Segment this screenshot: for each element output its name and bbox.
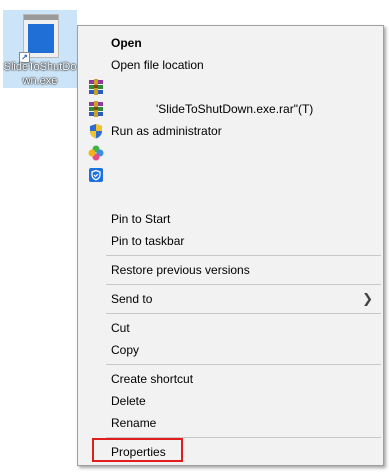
menu-item-send-to[interactable]: Send to ❯ — [78, 288, 383, 310]
menu-item-app-extension-1[interactable] — [78, 142, 383, 164]
menu-item-create-shortcut-label: Create shortcut — [111, 372, 194, 386]
menu-item-open-label: Open — [111, 36, 142, 50]
winrar-icon — [89, 79, 103, 95]
menu-item-winrar-add[interactable]: 'SlideToShutDown.exe.rar"(T) — [78, 98, 383, 120]
menu-item-run-as-admin-label: Run as administrator — [111, 124, 222, 138]
menu-item-copy-label: Copy — [111, 343, 140, 357]
menu-item-pin-to-taskbar[interactable]: Pin to taskbar — [78, 230, 383, 252]
clover-app-icon — [88, 145, 104, 161]
menu-item-open[interactable]: Open — [78, 32, 383, 54]
menu-item-pin-to-start[interactable]: Pin to Start — [78, 208, 383, 230]
uac-shield-icon — [90, 124, 102, 139]
menu-item-pin-to-start-label: Pin to Start — [111, 212, 171, 226]
menu-item-open-file-location[interactable]: Open file location — [78, 54, 383, 76]
properties-highlight-box — [92, 438, 183, 462]
menu-item-copy[interactable]: Copy — [78, 339, 383, 361]
menu-item-app-extension-2[interactable] — [78, 164, 383, 186]
desktop-file-icon[interactable]: ↗ SlideToShutDown.exe — [3, 10, 77, 88]
desktop-icon-label: SlideToShutDown.exe — [3, 61, 77, 87]
winrar-icon — [89, 101, 103, 117]
menu-item-run-as-admin[interactable]: Run as administrator — [78, 120, 383, 142]
menu-item-restore-previous-versions-label: Restore previous versions — [111, 263, 250, 277]
menu-item-rename-label: Rename — [111, 416, 157, 430]
menu-item-create-shortcut[interactable]: Create shortcut — [78, 368, 383, 390]
context-menu: Open Open file location 'SlideToShutDown… — [77, 25, 384, 466]
menu-separator — [106, 255, 381, 256]
menu-item-delete-label: Delete — [111, 394, 146, 408]
menu-item-winrar-extract[interactable] — [78, 76, 383, 98]
menu-item-restore-previous-versions[interactable]: Restore previous versions — [78, 259, 383, 281]
menu-item-rename[interactable]: Rename — [78, 412, 383, 434]
menu-separator — [106, 364, 381, 365]
menu-item-open-file-location-label: Open file location — [111, 58, 204, 72]
menu-item-cut[interactable]: Cut — [78, 317, 383, 339]
menu-item-cut-label: Cut — [111, 321, 130, 335]
menu-item-delete[interactable]: Delete — [78, 390, 383, 412]
menu-item-winrar-add-label: 'SlideToShutDown.exe.rar"(T) — [156, 102, 314, 116]
shield-check-icon — [89, 168, 103, 182]
menu-item-pin-to-taskbar-label: Pin to taskbar — [111, 234, 185, 248]
chevron-right-icon: ❯ — [362, 291, 373, 306]
menu-separator — [106, 313, 381, 314]
menu-item-send-to-label: Send to — [111, 292, 153, 306]
menu-separator — [106, 284, 381, 285]
